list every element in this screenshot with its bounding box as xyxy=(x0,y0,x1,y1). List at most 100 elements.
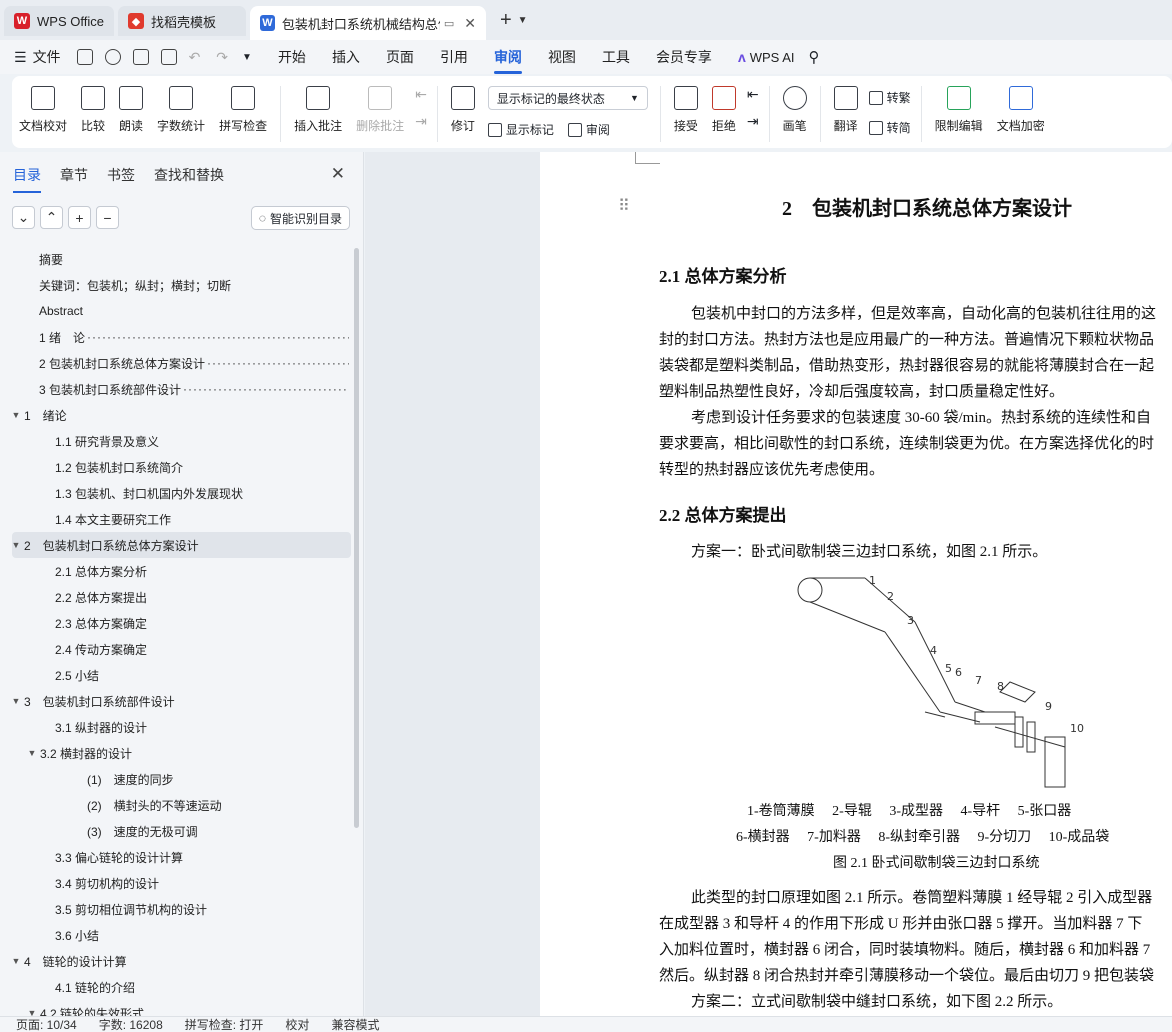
tab-template[interactable]: ◆ 找稻壳模板 xyxy=(117,6,246,36)
next-change-icon[interactable]: ⇥ xyxy=(747,113,759,130)
restrict-edit-button[interactable]: 限制编辑 xyxy=(935,86,983,134)
menu-wps-ai[interactable]: WPS AI xyxy=(750,50,795,65)
toc-item[interactable]: 2.2 总体方案提出 xyxy=(12,584,351,610)
menu-insert[interactable]: 插入 xyxy=(332,47,360,67)
spell-check-button[interactable]: 拼写检查 xyxy=(219,86,267,134)
toc-item[interactable]: ▼ 2 包装机封口系统总体方案设计 xyxy=(12,532,351,558)
more-chevron-icon[interactable]: ▼ xyxy=(242,52,252,63)
toc-item[interactable]: ▼ 3.2 横封器的设计 xyxy=(12,740,351,766)
expand-arrow-icon[interactable]: ▼ xyxy=(24,748,40,758)
proof-status[interactable]: 校对 xyxy=(285,1016,309,1032)
toc-item[interactable]: ▼ 3 包装机封口系统部件设计 xyxy=(12,688,351,714)
search-icon[interactable]: ⚲ xyxy=(809,48,820,66)
toc-item[interactable]: (1) 速度的同步 xyxy=(12,766,351,792)
expand-arrow-icon[interactable]: ▼ xyxy=(8,696,24,706)
share-icon[interactable] xyxy=(104,49,121,65)
menu-start[interactable]: 开始 xyxy=(278,47,306,67)
toc-item[interactable]: ▼ 4 链轮的设计计算 xyxy=(12,948,351,974)
toc-item[interactable]: 1.2 包装机封口系统简介 xyxy=(12,454,351,480)
toc-item[interactable]: 3.5 剪切相位调节机构的设计 xyxy=(12,896,351,922)
chevron-up-icon[interactable]: ⌃ xyxy=(40,206,63,229)
menu-reference[interactable]: 引用 xyxy=(440,47,468,67)
expand-arrow-icon[interactable]: ▼ xyxy=(8,540,24,550)
expand-arrow-icon[interactable]: ▼ xyxy=(8,410,24,420)
toc-item[interactable]: 1.1 研究背景及意义 xyxy=(12,428,351,454)
doc-proof-button[interactable]: 文档校对 xyxy=(19,86,67,134)
toc-item[interactable]: 摘要 xyxy=(12,246,351,272)
to-traditional-button[interactable]: 转繁 xyxy=(868,89,911,106)
hamburger-icon[interactable]: ☰ xyxy=(14,49,27,66)
delete-comment-button[interactable]: 删除批注 xyxy=(356,86,404,134)
review-pane-button[interactable]: 审阅 xyxy=(567,121,610,138)
close-icon[interactable]: ✕ xyxy=(331,164,345,184)
toc-item[interactable]: 3 包装机封口系统部件设计 ···························… xyxy=(12,376,351,402)
document-page[interactable]: ⠿ 2 包装机封口系统总体方案设计 2.1 总体方案分析 包装机中封口的方法多样… xyxy=(540,152,1172,1016)
toc-item[interactable]: 2.3 总体方案确定 xyxy=(12,610,351,636)
close-tab-icon[interactable]: ✕ xyxy=(464,15,476,32)
prev-comment-icon[interactable]: ⇤ xyxy=(415,86,427,103)
toc-item[interactable]: (2) 横封头的不等速运动 xyxy=(12,792,351,818)
menu-page[interactable]: 页面 xyxy=(386,47,414,67)
toc-item[interactable]: 1.3 包装机、封口机国内外发展现状 xyxy=(12,480,351,506)
markup-state-select[interactable]: 显示标记的最终状态 ▼ xyxy=(487,86,648,110)
tab-toc[interactable]: 目录 xyxy=(13,165,41,193)
encrypt-button[interactable]: 文档加密 xyxy=(997,86,1045,134)
smart-toc-button[interactable]: ◌ 智能识别目录 xyxy=(250,206,350,230)
new-tab-icon[interactable]: + xyxy=(500,9,512,32)
menu-file[interactable]: 文件 xyxy=(33,47,61,67)
prev-change-icon[interactable]: ⇤ xyxy=(747,86,759,103)
page-indicator[interactable]: 页面: 10/34 xyxy=(16,1016,77,1032)
chevron-down-icon[interactable]: ▼ xyxy=(518,15,528,26)
toc-item[interactable]: 2 包装机封口系统总体方案设计 ·························… xyxy=(12,350,351,376)
menu-view[interactable]: 视图 xyxy=(548,47,576,67)
read-aloud-button[interactable]: 朗读 xyxy=(119,86,143,134)
toc-item[interactable]: 1 绪 论 ···································… xyxy=(12,324,351,350)
toc-item[interactable]: 3.6 小结 xyxy=(12,922,351,948)
toc-item[interactable]: 3.1 纵封器的设计 xyxy=(12,714,351,740)
tab-sections[interactable]: 章节 xyxy=(60,165,88,185)
compare-button[interactable]: 比较 xyxy=(81,86,105,134)
plus-icon[interactable]: + xyxy=(68,206,91,229)
print-icon[interactable] xyxy=(132,49,149,65)
menu-review[interactable]: 审阅 xyxy=(493,47,522,74)
label: 审阅 xyxy=(585,123,610,137)
toc-item[interactable]: 2.5 小结 xyxy=(12,662,351,688)
toc-item[interactable]: 3.4 剪切机构的设计 xyxy=(12,870,351,896)
print-preview-icon[interactable] xyxy=(160,49,177,65)
spell-check-status[interactable]: 拼写检查: 打开 xyxy=(185,1016,264,1032)
undo-icon[interactable]: ↶ xyxy=(189,49,201,66)
toc-item[interactable]: 3.3 偏心链轮的设计计算 xyxy=(12,844,351,870)
redo-icon[interactable]: ↷ xyxy=(216,49,228,66)
toc-item[interactable]: (3) 速度的无极可调 xyxy=(12,818,351,844)
menu-tools[interactable]: 工具 xyxy=(602,47,630,67)
tab-bookmarks[interactable]: 书签 xyxy=(107,165,135,185)
word-count-button[interactable]: 字数统计 xyxy=(157,86,205,134)
toc-item[interactable]: 1.4 本文主要研究工作 xyxy=(12,506,351,532)
pen-button[interactable]: 画笔 xyxy=(782,86,807,134)
drag-handle-icon[interactable]: ⠿ xyxy=(618,196,630,215)
toc-item[interactable]: ▼ 1 绪论 xyxy=(12,402,351,428)
to-simplified-button[interactable]: 转简 xyxy=(868,119,911,136)
insert-comment-button[interactable]: 插入批注 xyxy=(294,86,342,134)
tab-wps-office[interactable]: W WPS Office xyxy=(4,6,114,36)
translate-button[interactable]: 翻译 xyxy=(833,86,858,134)
tab-find-replace[interactable]: 查找和替换 xyxy=(154,165,224,185)
tab-document[interactable]: W 包装机封口系统机械结构总体 ▭ ✕ xyxy=(249,6,486,40)
scrollbar[interactable] xyxy=(354,248,359,828)
expand-arrow-icon[interactable]: ▼ xyxy=(8,956,24,966)
menu-member[interactable]: 会员专享 xyxy=(656,47,712,67)
toc-item[interactable]: 关键词：包装机；纵封；横封；切断 xyxy=(12,272,351,298)
toc-item[interactable]: 4.1 链轮的介绍 xyxy=(12,974,351,1000)
save-icon[interactable] xyxy=(76,49,93,65)
reject-button[interactable]: 拒绝 xyxy=(711,86,736,134)
chevron-down-icon[interactable]: ⌄ xyxy=(12,206,35,229)
revise-button[interactable]: 修订 xyxy=(450,86,475,134)
minus-icon[interactable]: − xyxy=(96,206,119,229)
toc-item[interactable]: 2.1 总体方案分析 xyxy=(12,558,351,584)
show-markup-button[interactable]: 显示标记 xyxy=(487,121,554,138)
accept-button[interactable]: 接受 xyxy=(673,86,698,134)
toc-item[interactable]: Abstract xyxy=(12,298,351,324)
word-count[interactable]: 字数: 16208 xyxy=(99,1016,163,1032)
toc-item[interactable]: 2.4 传动方案确定 xyxy=(12,636,351,662)
next-comment-icon[interactable]: ⇥ xyxy=(415,113,427,130)
